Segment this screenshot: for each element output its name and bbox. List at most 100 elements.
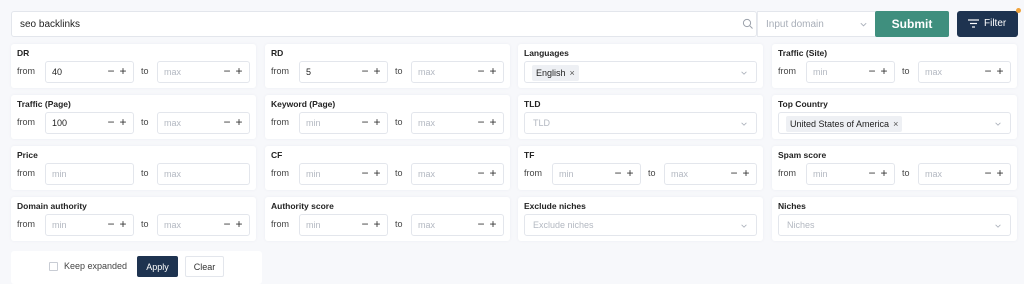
- filter-footer: Keep expanded Apply Clear: [11, 251, 262, 284]
- keep-expanded-checkbox[interactable]: [49, 262, 58, 271]
- increment-button[interactable]: +: [994, 65, 1006, 79]
- increment-button[interactable]: +: [371, 167, 383, 181]
- max-input[interactable]: max − +: [411, 163, 504, 185]
- increment-button[interactable]: +: [371, 218, 383, 232]
- increment-button[interactable]: +: [371, 65, 383, 79]
- decrement-button[interactable]: −: [475, 116, 487, 130]
- submit-button[interactable]: Submit: [875, 11, 949, 37]
- increment-button[interactable]: +: [487, 116, 499, 130]
- filter-dr: DR from 40 − + to max − +: [11, 44, 256, 88]
- decrement-button[interactable]: −: [475, 65, 487, 79]
- min-input[interactable]: min − +: [552, 163, 641, 185]
- decrement-button[interactable]: −: [866, 65, 878, 79]
- decrement-button[interactable]: −: [359, 65, 371, 79]
- increment-button[interactable]: +: [233, 65, 245, 79]
- from-label: from: [17, 168, 35, 178]
- filter-languages: Languages English ×: [518, 44, 763, 88]
- min-input[interactable]: 5 − +: [299, 61, 388, 83]
- min-input[interactable]: min − +: [299, 214, 388, 236]
- languages-select[interactable]: English ×: [524, 61, 757, 83]
- max-input[interactable]: max − +: [157, 112, 250, 134]
- filter-rd: RD from 5 − + to max − +: [265, 44, 510, 88]
- increment-button[interactable]: +: [878, 167, 890, 181]
- select-placeholder: Exclude niches: [533, 220, 594, 230]
- increment-button[interactable]: +: [878, 65, 890, 79]
- decrement-button[interactable]: −: [221, 116, 233, 130]
- min-input[interactable]: min: [45, 163, 134, 185]
- increment-button[interactable]: +: [233, 116, 245, 130]
- increment-button[interactable]: +: [487, 65, 499, 79]
- filter-traffic-site: Traffic (Site) from min − + to max − +: [772, 44, 1017, 88]
- top-country-select[interactable]: United States of America ×: [778, 112, 1011, 134]
- decrement-button[interactable]: −: [475, 218, 487, 232]
- filter-button[interactable]: Filter: [957, 8, 1021, 37]
- remove-tag-icon[interactable]: ×: [570, 68, 575, 78]
- decrement-button[interactable]: −: [221, 65, 233, 79]
- to-label: to: [395, 66, 403, 76]
- niches-select[interactable]: Niches: [778, 214, 1011, 236]
- max-input[interactable]: max − +: [157, 61, 250, 83]
- increment-button[interactable]: +: [487, 167, 499, 181]
- to-label: to: [395, 168, 403, 178]
- increment-button[interactable]: +: [624, 167, 636, 181]
- min-input[interactable]: min − +: [299, 112, 388, 134]
- remove-tag-icon[interactable]: ×: [893, 119, 898, 129]
- max-input[interactable]: max − +: [918, 163, 1011, 185]
- clear-button[interactable]: Clear: [185, 256, 224, 277]
- min-input[interactable]: min − +: [45, 214, 134, 236]
- decrement-button[interactable]: −: [359, 116, 371, 130]
- decrement-button[interactable]: −: [612, 167, 624, 181]
- increment-button[interactable]: +: [371, 116, 383, 130]
- decrement-button[interactable]: −: [359, 218, 371, 232]
- domain-select[interactable]: Input domain: [757, 11, 877, 37]
- decrement-button[interactable]: −: [475, 167, 487, 181]
- decrement-button[interactable]: −: [359, 167, 371, 181]
- max-placeholder: max: [418, 220, 436, 230]
- max-input[interactable]: max − +: [157, 214, 250, 236]
- min-input[interactable]: min − +: [806, 61, 895, 83]
- filter-label: Traffic (Site): [778, 48, 828, 58]
- decrement-button[interactable]: −: [105, 116, 117, 130]
- decrement-button[interactable]: −: [982, 167, 994, 181]
- decrement-button[interactable]: −: [105, 65, 117, 79]
- increment-button[interactable]: +: [994, 167, 1006, 181]
- apply-button[interactable]: Apply: [137, 256, 178, 277]
- min-input[interactable]: 100 − +: [45, 112, 134, 134]
- search-input[interactable]: [20, 17, 720, 32]
- increment-button[interactable]: +: [740, 167, 752, 181]
- keep-expanded-label[interactable]: Keep expanded: [64, 261, 127, 271]
- max-input[interactable]: max − +: [411, 214, 504, 236]
- filter-tld: TLD TLD: [518, 95, 763, 139]
- increment-button[interactable]: +: [487, 218, 499, 232]
- decrement-button[interactable]: −: [105, 218, 117, 232]
- increment-button[interactable]: +: [117, 65, 129, 79]
- exclude-niches-select[interactable]: Exclude niches: [524, 214, 757, 236]
- max-input[interactable]: max − +: [918, 61, 1011, 83]
- decrement-button[interactable]: −: [866, 167, 878, 181]
- tld-select[interactable]: TLD: [524, 112, 757, 134]
- from-label: from: [271, 66, 289, 76]
- min-placeholder: min: [306, 220, 321, 230]
- decrement-button[interactable]: −: [221, 218, 233, 232]
- to-label: to: [395, 117, 403, 127]
- max-input[interactable]: max − +: [411, 61, 504, 83]
- increment-button[interactable]: +: [117, 116, 129, 130]
- filter-top-country: Top Country United States of America ×: [772, 95, 1017, 139]
- increment-button[interactable]: +: [233, 218, 245, 232]
- selected-tag: United States of America ×: [786, 116, 903, 132]
- from-label: from: [271, 168, 289, 178]
- filter-keyword-page: Keyword (Page) from min − + to max − +: [265, 95, 510, 139]
- min-input[interactable]: min − +: [806, 163, 895, 185]
- notification-dot: [1016, 8, 1021, 13]
- filter-label: Keyword (Page): [271, 99, 336, 109]
- increment-button[interactable]: +: [117, 218, 129, 232]
- search-box[interactable]: [11, 11, 757, 37]
- decrement-button[interactable]: −: [982, 65, 994, 79]
- min-input[interactable]: 40 − +: [45, 61, 134, 83]
- max-input[interactable]: max: [157, 163, 250, 185]
- max-placeholder: max: [418, 67, 436, 77]
- max-input[interactable]: max − +: [411, 112, 504, 134]
- max-input[interactable]: max − +: [664, 163, 757, 185]
- min-input[interactable]: min − +: [299, 163, 388, 185]
- decrement-button[interactable]: −: [728, 167, 740, 181]
